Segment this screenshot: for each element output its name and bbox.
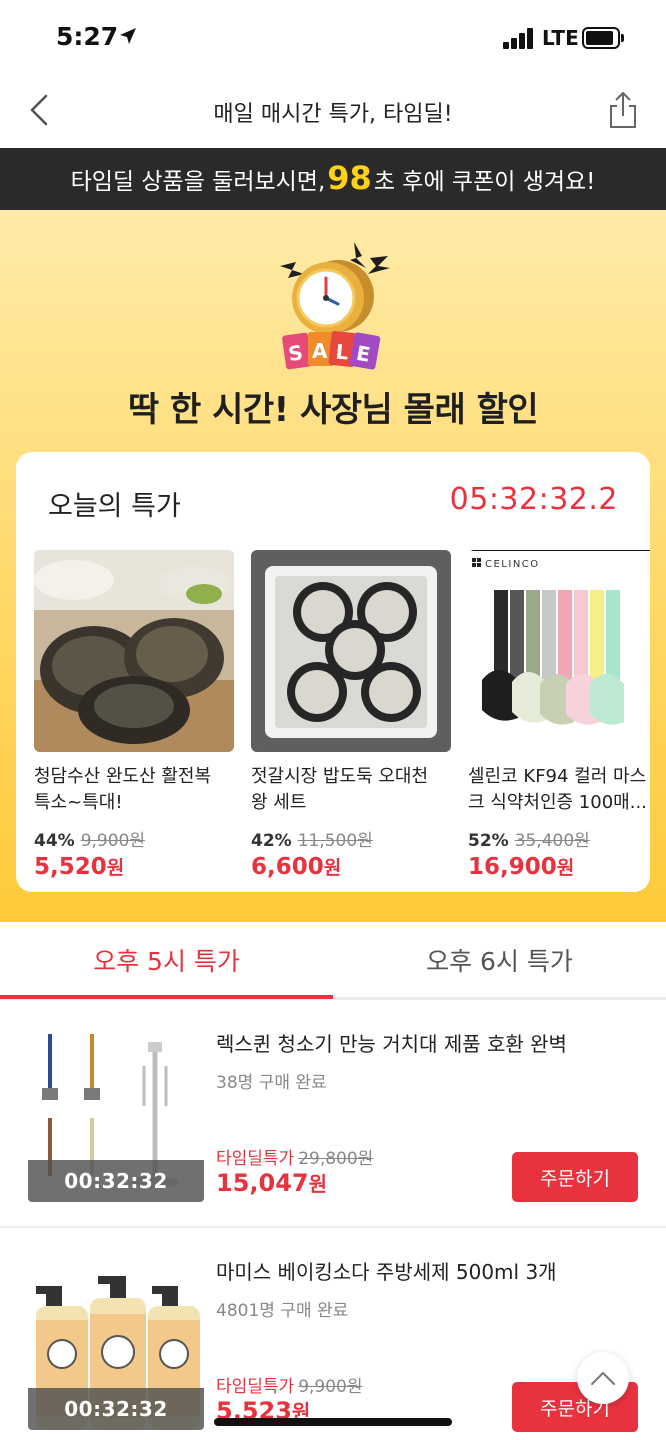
discount-rate: 42% <box>251 831 292 851</box>
home-indicator <box>214 1418 452 1426</box>
brand-logo-text: CELINCO <box>485 559 540 570</box>
deal-card-title: 오늘의 특가 <box>48 491 181 522</box>
item-countdown: 00:32:32 <box>28 1388 204 1430</box>
todays-deal-card: 오늘의 특가 05:32:32.2 청담수산 완도산 활전복 특소~특대! 44… <box>16 452 650 892</box>
original-price: 35,400원 <box>514 831 590 851</box>
hero-section: S A L E 딱 한 시간! 사장님 몰래 할인 오늘의 특가 05:32:3… <box>0 210 666 922</box>
location-arrow-icon <box>120 28 136 44</box>
list-item[interactable]: 00:32:32 렉스퀸 청소기 만능 거치대 제품 호환 완벽 38명 구매 … <box>0 1000 666 1228</box>
product-name: 젓갈시장 밥도둑 오대천왕 세트 <box>251 766 429 813</box>
tab-5pm[interactable]: 오후 5시 특가 <box>0 922 333 997</box>
network-label: LTE <box>542 26 579 50</box>
coupon-seconds: 98 <box>327 159 372 197</box>
item-promo: 타임딜특가 29,800원 <box>216 1144 373 1169</box>
tab-6pm[interactable]: 오후 6시 특가 <box>333 922 666 997</box>
list-item[interactable]: 00:32:32 마미스 베이킹소다 주방세제 500ml 3개 4801명 구… <box>0 1228 666 1440</box>
product-card[interactable]: 젓갈시장 밥도둑 오대천왕 세트 42% 11,500원 6,600원 <box>251 550 451 880</box>
timedeal-label: 타임딜특가 <box>216 1149 295 1169</box>
battery-icon <box>582 27 620 49</box>
active-tab-indicator <box>0 995 333 999</box>
item-price: 15,047원 <box>216 1169 328 1197</box>
sale-letter-a: A <box>312 339 328 363</box>
product-name: 셀린코 KF94 컬러 마스크 식약처인증 100매... <box>468 766 647 813</box>
sale-clock-icon: S A L E <box>280 242 390 370</box>
coupon-banner: 타임딜 상품을 둘러보시면, 98 초 후에 쿠폰이 생겨요! <box>0 148 666 210</box>
coupon-banner-suffix: 초 후에 쿠폰이 생겨요! <box>373 169 596 195</box>
status-bar: 5:27 LTE <box>0 0 666 78</box>
item-buyers: 4801명 구매 완료 <box>216 1301 349 1321</box>
item-title: 렉스퀸 청소기 만능 거치대 제품 호환 완벽 <box>216 1032 567 1056</box>
share-icon[interactable] <box>606 90 640 130</box>
order-button[interactable]: 주문하기 <box>512 1152 638 1202</box>
discount-rate: 44% <box>34 831 75 851</box>
sale-price: 6,600원 <box>251 854 342 880</box>
time-tabs: 오후 5시 특가 오후 6시 특가 <box>0 922 666 1000</box>
sale-price: 5,520원 <box>34 854 125 880</box>
original-price: 9,900원 <box>298 1377 363 1397</box>
product-card[interactable]: CELINCO 셀린코 KF94 컬러 마스크 식약처인증 100매... 52… <box>468 550 650 880</box>
discount-rate: 52% <box>468 831 509 851</box>
product-name: 청담수산 완도산 활전복 특소~특대! <box>34 766 212 813</box>
nav-bar: 매일 매시간 특가, 타임딜! <box>0 78 666 148</box>
product-card[interactable]: 청담수산 완도산 활전복 특소~특대! 44% 9,900원 5,520원 <box>34 550 234 880</box>
product-discount-row: 42% 11,500원 <box>251 826 451 851</box>
signal-icon <box>503 27 535 49</box>
chevron-up-icon <box>591 1372 615 1385</box>
original-price: 9,900원 <box>80 831 146 851</box>
abalone-image <box>34 550 234 752</box>
deal-countdown: 05:32:32.2 <box>449 482 618 517</box>
detergent-bottles-image: 00:32:32 <box>28 1254 204 1430</box>
item-title: 마미스 베이킹소다 주방세제 500ml 3개 <box>216 1260 557 1284</box>
status-time: 5:27 <box>56 22 119 51</box>
item-countdown: 00:32:32 <box>28 1160 204 1202</box>
item-buyers: 38명 구매 완료 <box>216 1073 327 1093</box>
original-price: 11,500원 <box>297 831 373 851</box>
sale-price: 16,900원 <box>468 854 575 880</box>
page-title: 매일 매시간 특가, 타임딜! <box>213 102 453 127</box>
product-discount-row: 52% 35,400원 <box>468 826 650 851</box>
timedeal-label: 타임딜특가 <box>216 1377 295 1397</box>
kf94-masks-image: CELINCO <box>468 550 650 752</box>
hero-headline: 딱 한 시간! 사장님 몰래 할인 <box>127 390 539 430</box>
scroll-to-top-button[interactable] <box>577 1352 629 1404</box>
product-carousel[interactable]: 청담수산 완도산 활전복 특소~특대! 44% 9,900원 5,520원 젓갈… <box>34 550 650 880</box>
vacuum-stand-image: 00:32:32 <box>28 1026 204 1202</box>
coupon-banner-prefix: 타임딜 상품을 둘러보시면, <box>70 169 326 195</box>
item-promo: 타임딜특가 9,900원 <box>216 1372 363 1397</box>
original-price: 29,800원 <box>298 1149 374 1169</box>
jeotgal-set-image <box>251 550 451 752</box>
product-discount-row: 44% 9,900원 <box>34 826 234 851</box>
